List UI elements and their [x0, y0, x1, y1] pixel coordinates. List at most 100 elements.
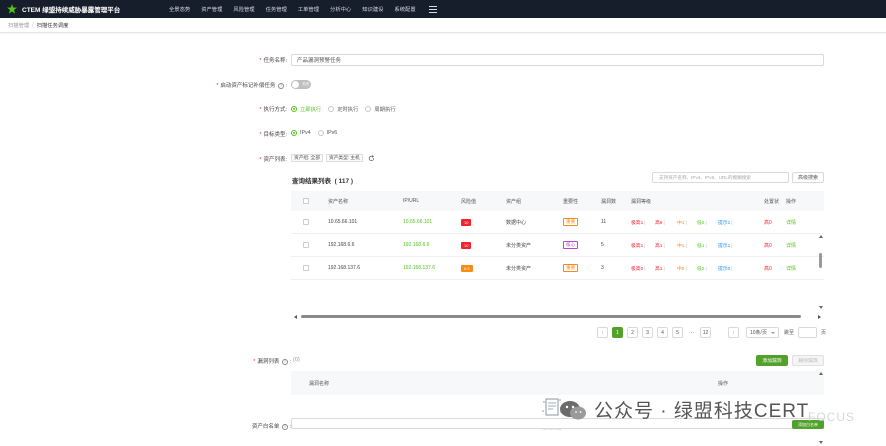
results-title: 查询结果列表 ( 117 ): [292, 178, 354, 185]
asset-ip[interactable]: 10.65.66.101: [403, 219, 432, 225]
help-icon[interactable]: ?: [277, 83, 284, 89]
detail-link[interactable]: 详情: [786, 219, 796, 226]
asset-type-tag[interactable]: 资产类型: 主机: [326, 154, 363, 162]
task-name-label: * 任务名称:: [259, 58, 287, 64]
prev-page-button[interactable]: ‹: [597, 327, 608, 338]
radio-exec-now[interactable]: 立即执行: [291, 105, 321, 113]
radio-ipv6[interactable]: IPv6: [317, 130, 337, 136]
vuln-level-0: 极高1|: [631, 243, 646, 249]
auto-task-toggle[interactable]: 关闭: [291, 80, 311, 89]
detail-link[interactable]: 详情: [786, 242, 796, 249]
leak-count: (0): [293, 357, 300, 363]
vuln-level-3: 低2|: [697, 220, 707, 226]
page-12[interactable]: 12: [700, 327, 711, 338]
nav-item-system[interactable]: 系统配置: [394, 5, 415, 13]
exec-mode-label: * 执行方式:: [259, 107, 287, 113]
target-type-label: * 目标类型:: [259, 132, 287, 138]
row-checkbox[interactable]: [303, 242, 309, 248]
auto-task-label: * 启动资产标记补偿任务 ? :: [216, 83, 287, 89]
importance-tag: 重要: [563, 218, 579, 226]
app-logo[interactable]: CTEM 绿盟持续威胁暴露管理平台: [6, 3, 156, 15]
table-row[interactable]: 192.168.6.6 192.168.6.6 10 未分类资产 核心 5 极高1| 高1| 中…: [291, 234, 824, 257]
table-horizontal-scrollbar[interactable]: [291, 314, 821, 320]
nav-item-analysis[interactable]: 分析中心: [330, 5, 351, 13]
main-nav: 全景态势 资产管理 风险管理 任务管理 工单管理 分析中心 知识建设 系统配置: [169, 5, 437, 13]
nav-item-overview[interactable]: 全景态势: [169, 5, 190, 13]
col-group: 资产组: [506, 198, 522, 205]
app-title: CTEM 绿盟持续威胁暴露管理平台: [22, 7, 121, 14]
vuln-level-0: 极高1|: [631, 220, 646, 226]
vuln-level-0: 极高0|: [631, 266, 646, 272]
detail-link[interactable]: 详情: [786, 265, 796, 272]
radio-exec-scheduled[interactable]: 定时执行: [328, 105, 358, 113]
vuln-level-4: 提示1|: [718, 220, 733, 226]
toggle-text: 关闭: [301, 82, 309, 86]
asset-ip[interactable]: 192.168.6.6: [403, 242, 429, 248]
page-2[interactable]: 2: [627, 327, 638, 338]
col-vuln-name: 漏洞名称: [309, 381, 330, 387]
select-all-checkbox[interactable]: [303, 198, 309, 204]
risk-badge: 10: [461, 241, 472, 249]
vuln-level-3: 低2|: [697, 266, 707, 272]
row-checkbox[interactable]: [303, 219, 309, 225]
col-risk: 风险值: [461, 198, 477, 205]
importance-tag: 核心: [563, 241, 579, 249]
table-row[interactable]: 192.168.137.6 192.168.137.6 6.6 未分类资产 重要 3 极高0…: [291, 257, 824, 280]
hamburger-menu-icon[interactable]: [428, 5, 437, 13]
add-vuln-button[interactable]: 添加漏洞: [756, 355, 788, 366]
leak-table-header: 漏洞名称 操作: [291, 371, 824, 395]
vuln-level-2: 中0|: [677, 266, 687, 272]
radio-ipv4[interactable]: IPv4: [291, 130, 311, 136]
page-4[interactable]: 4: [657, 327, 668, 338]
vuln-count: 11: [601, 219, 607, 225]
asset-search-input[interactable]: 支持资产名称、IPv4、IPv6、URL的模糊搜索: [652, 172, 789, 183]
nav-item-risks[interactable]: 风险管理: [233, 5, 254, 13]
breadcrumb-separator: /: [32, 22, 34, 28]
toggle-knob: [292, 81, 299, 88]
row-checkbox[interactable]: [303, 265, 309, 271]
top-navigation-bar: CTEM 绿盟持续威胁暴露管理平台 全景态势 资产管理 风险管理 任务管理 工单…: [0, 0, 886, 18]
breadcrumb-current: 扫描任务调度: [36, 23, 69, 29]
wechat-icon: [560, 400, 586, 419]
breadcrumb-parent[interactable]: 扫描管理: [8, 21, 29, 29]
next-page-button[interactable]: ›: [728, 327, 739, 338]
goto-page-input[interactable]: [798, 327, 818, 338]
col-vuln-levels: 漏洞等级: [631, 198, 652, 205]
nav-item-workorders[interactable]: 工单管理: [298, 5, 319, 13]
vuln-level-2: 中1|: [677, 220, 687, 226]
nav-item-assets[interactable]: 资产管理: [201, 5, 222, 13]
asset-filter-tags: 资产组: 全部 资产类型: 主机: [291, 154, 375, 162]
asset-ip[interactable]: 192.168.137.6: [403, 265, 435, 271]
advanced-search-button[interactable]: 高级搜索: [792, 172, 824, 183]
refresh-icon[interactable]: [368, 154, 375, 162]
radio-exec-periodic[interactable]: 周期执行: [365, 105, 396, 113]
vuln-level-2: 中1|: [677, 243, 687, 249]
vuln-level-4: 提示1|: [718, 243, 733, 249]
nav-item-tasks[interactable]: 任务管理: [266, 5, 287, 13]
leak-vertical-scrollbar[interactable]: [818, 372, 824, 444]
table-row[interactable]: 10.65.66.101 10.65.66.101 10 数据中心 重要 11 极高1| 高6…: [291, 211, 824, 234]
main-content: * 任务名称: 产品漏洞预警任务 * 启动资产标记补偿任务 ? : 关闭 * 执行方式…: [0, 34, 886, 446]
page-unit: 页: [821, 330, 827, 336]
leak-list-label: * 漏洞列表 ? :: [253, 359, 291, 365]
page-3[interactable]: 3: [642, 327, 653, 338]
risk-badge: 10: [461, 218, 472, 226]
table-vertical-scrollbar[interactable]: [818, 235, 824, 309]
asset-group-tag[interactable]: 资产组: 全部: [291, 154, 324, 162]
asset-group: 数据中心: [506, 219, 527, 226]
nav-item-knowledge[interactable]: 知识建设: [362, 5, 383, 13]
col-importance: 重要性: [563, 198, 579, 205]
vuln-count: 5: [601, 242, 604, 248]
page-1[interactable]: 1: [612, 327, 623, 338]
task-name-input[interactable]: 产品漏洞预警任务: [291, 54, 824, 66]
delete-vuln-button[interactable]: 删除漏洞: [792, 355, 824, 366]
leak-table: 漏洞名称 操作: [291, 371, 824, 395]
help-icon[interactable]: ?: [281, 359, 288, 365]
page-size-select[interactable]: 10条/页: [746, 327, 779, 338]
col-vuln-count: 漏洞数: [601, 198, 617, 205]
risk-badge: 6.6: [461, 264, 473, 272]
page-5[interactable]: 5: [672, 327, 683, 338]
page-ellipsis[interactable]: ···: [687, 327, 696, 338]
help-icon[interactable]: ?: [281, 424, 288, 430]
status-value: 高0: [764, 219, 772, 226]
